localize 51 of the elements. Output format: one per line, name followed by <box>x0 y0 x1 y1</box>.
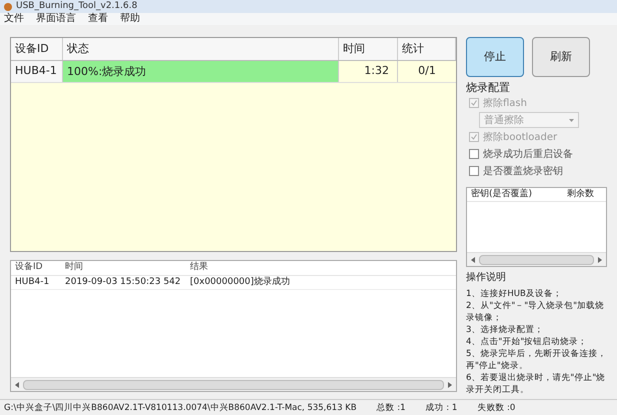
app-icon <box>4 2 12 10</box>
status-text: 100%:烧录成功 <box>66 65 148 78</box>
dropdown-caret-icon <box>569 118 574 122</box>
checkbox-label: 擦除bootloader <box>483 130 558 144</box>
column-header: 时间 <box>64 261 84 274</box>
column-header: 统计 <box>398 38 456 60</box>
checkbox-label: 是否覆盖烧录密钥 <box>483 164 563 178</box>
total-count: 总数 :1 <box>376 402 406 414</box>
scroll-left-icon[interactable] <box>471 256 475 262</box>
column-header: 状态 <box>63 38 339 60</box>
instruction-line: 1、连接好HUB及设备； <box>466 288 563 300</box>
action-button[interactable]: 刷新 <box>532 37 590 77</box>
menu-item[interactable]: 查看 <box>88 13 108 25</box>
scroll-left-icon[interactable] <box>15 382 19 388</box>
table-cell: HUB4-1 <box>11 61 63 82</box>
group-title: 烧录配置 <box>466 81 511 95</box>
checkbox[interactable] <box>469 166 479 176</box>
section-title: 操作说明 <box>466 271 507 285</box>
instruction-line: 3、选择烧录配置； <box>466 324 544 336</box>
scroll-right-icon[interactable] <box>598 256 602 262</box>
checkbox-label: 烧录成功后重启设备 <box>483 148 573 162</box>
instruction-line: 2、从"文件"－"导入烧录包"加载烧录镜像； <box>466 300 606 324</box>
table-cell-text: 0/1 <box>417 63 437 80</box>
window-title: USB_Burning_Tool_v2.1.6.8 <box>16 0 138 12</box>
success-count: 成功 : 1 <box>426 402 458 414</box>
checkbox[interactable] <box>469 149 479 159</box>
action-button[interactable]: 停止 <box>466 37 524 77</box>
menu-item[interactable]: 界面语言 <box>36 13 76 25</box>
column-header: 剩余数 <box>567 188 595 201</box>
instruction-line: 5、烧录完毕后，先断开设备连接，再"停止"烧录。 <box>466 348 607 372</box>
checkbox-label: 擦除flash <box>483 96 527 110</box>
failed-count: 失败数 :0 <box>477 402 516 414</box>
table-cell: 1:32 <box>339 61 398 82</box>
column-header: 时间 <box>339 38 398 60</box>
instruction-line: 4、点击"开始"按钮启动烧录； <box>466 336 588 348</box>
table-cell-text: [0x00000000]烧录成功 <box>189 276 291 289</box>
table-cell-text: HUB4-1 <box>14 276 50 289</box>
scrollbar-thumb[interactable] <box>479 254 594 264</box>
column-header: 设备ID <box>11 38 63 60</box>
instruction-line: 6、若要退出烧录时，请先"停止"烧录开关闭工具。 <box>466 372 606 396</box>
menu-item[interactable]: 帮助 <box>120 13 140 25</box>
column-header: 设备ID <box>14 261 44 274</box>
table-cell-text: 2019-09-03 15:50:23 542 <box>64 276 182 289</box>
file-path: G:\中兴盒子\四川中兴B860AV2.1T-V810113.0074\中兴B860AV2.1-T-Mac, 535,613 KB <box>4 402 357 414</box>
scroll-right-icon[interactable] <box>448 382 452 388</box>
scrollbar-thumb[interactable] <box>23 380 444 390</box>
column-header: 结果 <box>189 261 209 274</box>
column-header: 密钥(是否覆盖) <box>471 188 534 201</box>
checkmark-icon <box>471 134 477 140</box>
checkmark-icon <box>471 100 477 106</box>
menu-item[interactable]: 文件 <box>4 13 24 25</box>
